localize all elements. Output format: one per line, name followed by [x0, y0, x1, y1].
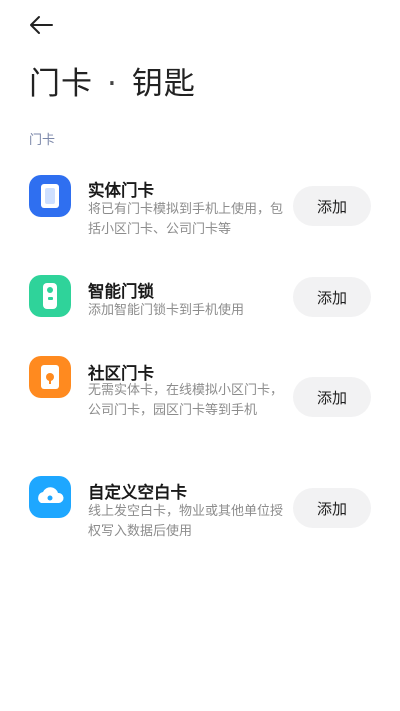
item-title: 自定义空白卡 — [88, 483, 187, 502]
add-smart-lock-button[interactable]: 添加 — [293, 277, 371, 317]
page-title-left: 门卡 — [29, 66, 93, 102]
item-description: 将已有门卡模拟到手机上使用，包括小区门卡、公司门卡等 — [88, 202, 284, 237]
card-icon — [29, 175, 71, 217]
item-title: 实体门卡 — [88, 181, 154, 200]
add-physical-card-button[interactable]: 添加 — [293, 186, 371, 226]
smart-lock-icon — [29, 275, 71, 317]
screen: 门卡 · 钥匙 门卡 实体门卡 将已有门卡模拟到手机上使用，包括小区门卡、公司门卡等… — [0, 0, 400, 711]
list-item-physical-card[interactable]: 实体门卡 将已有门卡模拟到手机上使用，包括小区门卡、公司门卡等 添加 — [0, 160, 400, 250]
item-description: 线上发空白卡，物业或其他单位授权写入数据后使用 — [88, 504, 284, 539]
add-community-card-button[interactable]: 添加 — [293, 377, 371, 417]
community-card-icon — [29, 356, 71, 398]
item-description: 添加智能门锁卡到手机使用 — [88, 303, 245, 318]
list-item-smart-lock[interactable]: 智能门锁 添加智能门锁卡到手机使用 添加 — [0, 263, 400, 333]
list-item-custom-blank-card[interactable]: 自定义空白卡 线上发空白卡，物业或其他单位授权写入数据后使用 添加 — [0, 470, 400, 550]
page-title: 门卡 · 钥匙 — [29, 58, 196, 103]
page-title-right: 钥匙 — [131, 66, 196, 102]
add-custom-blank-card-button[interactable]: 添加 — [293, 488, 371, 528]
cloud-card-icon — [29, 476, 71, 518]
arrow-left-icon — [30, 16, 53, 34]
back-button[interactable] — [26, 10, 56, 40]
section-label: 门卡 — [29, 133, 56, 148]
page-title-separator: · — [107, 66, 118, 102]
item-title: 智能门锁 — [88, 282, 154, 301]
item-description: 无需实体卡，在线模拟小区门卡，公司门卡，园区门卡等到手机 — [88, 383, 284, 418]
list-item-community-card[interactable]: 社区门卡 无需实体卡，在线模拟小区门卡，公司门卡，园区门卡等到手机 添加 — [0, 348, 400, 448]
